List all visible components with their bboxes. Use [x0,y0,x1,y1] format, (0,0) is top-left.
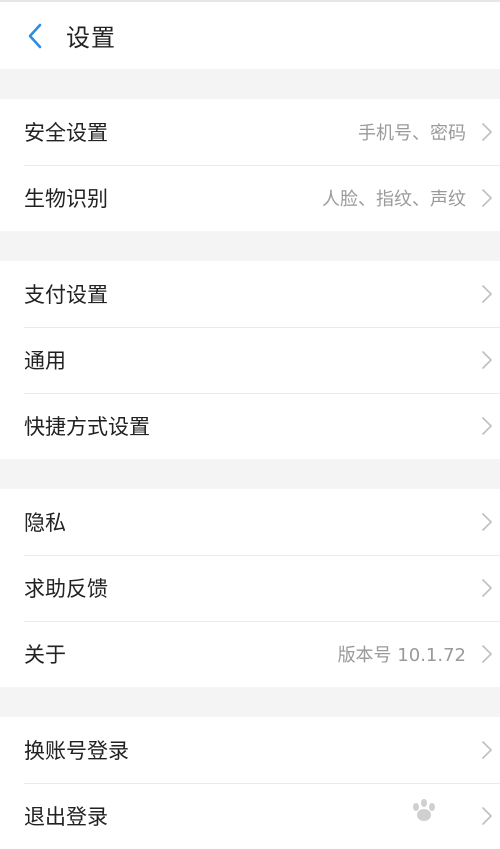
settings-item-label: 通用 [24,349,66,373]
settings-item-shortcuts[interactable]: 快捷方式设置 [0,393,500,459]
settings-item-payment[interactable]: 支付设置 [0,261,500,327]
settings-item-biometrics[interactable]: 生物识别 人脸、指纹、声纹 [0,165,500,231]
settings-item-label: 快捷方式设置 [24,415,150,439]
settings-group-privacy: 隐私 求助反馈 关于 版本号 10.1.72 [0,489,500,687]
settings-item-label: 安全设置 [24,121,108,145]
page-title: 设置 [66,24,116,52]
chevron-right-icon [478,283,496,305]
settings-item-privacy[interactable]: 隐私 [0,489,500,555]
section-gap [0,459,500,489]
settings-item-label: 隐私 [24,511,66,535]
chevron-right-icon [478,739,496,761]
settings-item-logout[interactable]: 退出登录 [0,783,500,849]
settings-group-security: 安全设置 手机号、密码 生物识别 人脸、指纹、声纹 [0,99,500,231]
header-bar: 设置 [0,2,500,69]
settings-item-about[interactable]: 关于 版本号 10.1.72 [0,621,500,687]
settings-item-label: 退出登录 [24,805,108,829]
settings-group-general: 支付设置 通用 快捷方式设置 [0,261,500,459]
settings-group-account: 换账号登录 退出登录 [0,717,500,849]
section-gap [0,687,500,717]
settings-item-label: 关于 [24,643,66,667]
chevron-right-icon [478,349,496,371]
chevron-right-icon [478,577,496,599]
chevron-left-icon [28,23,42,48]
settings-item-help-feedback[interactable]: 求助反馈 [0,555,500,621]
section-gap [0,69,500,99]
chevron-right-icon [478,121,496,143]
settings-item-label: 生物识别 [24,187,108,211]
settings-item-value: 手机号、密码 [358,123,466,144]
chevron-right-icon [478,511,496,533]
section-gap [0,231,500,261]
settings-item-label: 支付设置 [24,283,108,307]
settings-item-label: 换账号登录 [24,739,129,763]
settings-item-value: 人脸、指纹、声纹 [322,189,466,210]
chevron-right-icon [478,643,496,665]
chevron-right-icon [478,415,496,437]
settings-item-label: 求助反馈 [24,577,108,601]
settings-item-security[interactable]: 安全设置 手机号、密码 [0,99,500,165]
chevron-right-icon [478,187,496,209]
back-button[interactable] [22,23,48,49]
settings-item-value: 版本号 10.1.72 [337,645,466,666]
chevron-right-icon [478,805,496,827]
settings-item-switch-account[interactable]: 换账号登录 [0,717,500,783]
settings-item-general[interactable]: 通用 [0,327,500,393]
